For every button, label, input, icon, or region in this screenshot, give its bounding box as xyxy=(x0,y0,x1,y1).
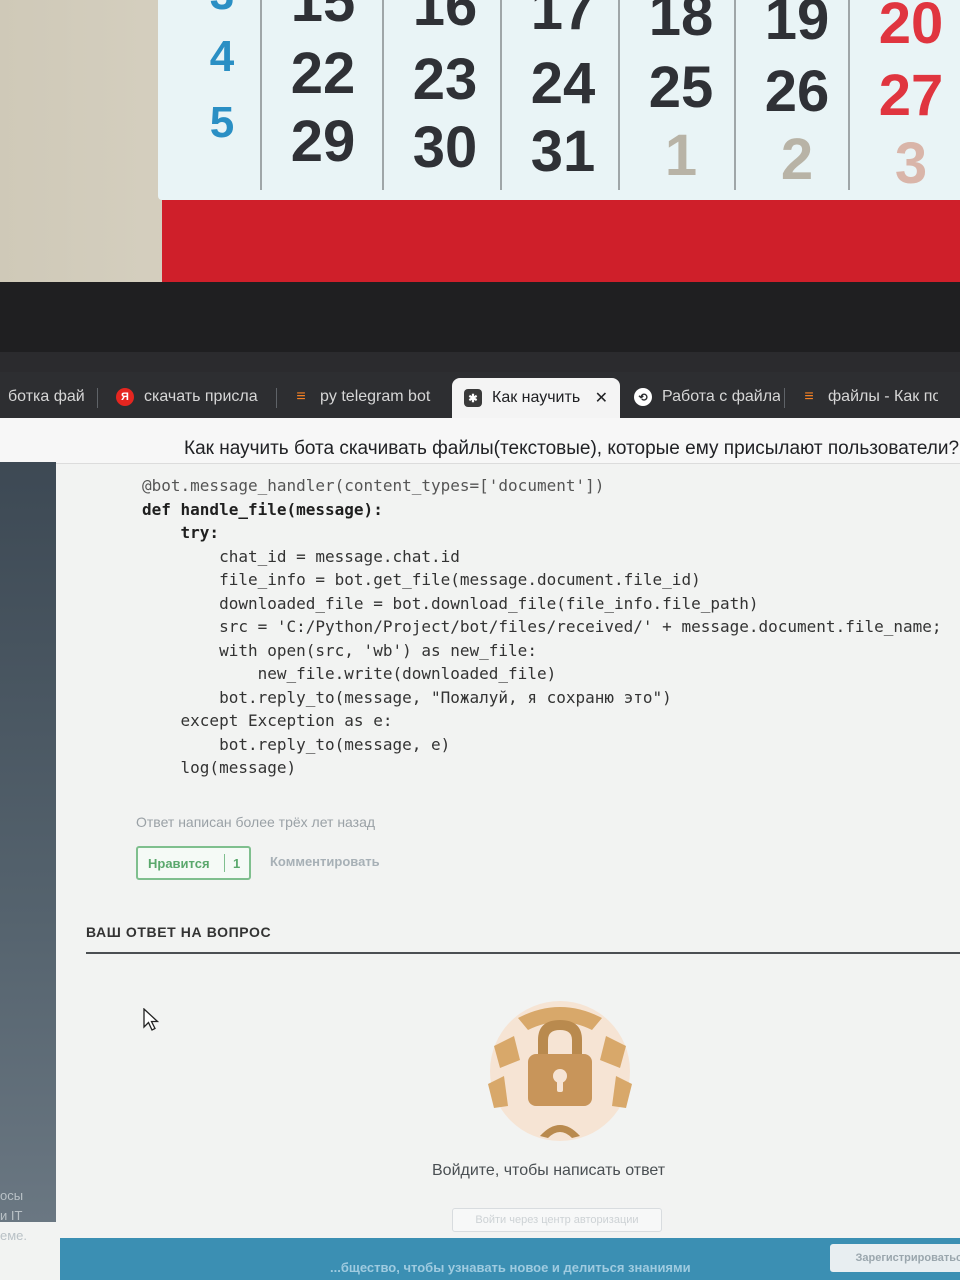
sidebar-text-fragment: еме. xyxy=(0,1228,28,1243)
code-line: except Exception as e: xyxy=(142,711,393,730)
like-label: Нравится xyxy=(148,855,210,871)
tab-qna-active[interactable]: ✱ Как научить б ✕ xyxy=(452,378,620,418)
stackoverflow-icon: ≡ xyxy=(296,388,306,405)
calendar-day-next-month: 3 xyxy=(894,131,928,196)
tab-label: py telegram bot xyxy=(320,388,431,405)
signup-banner: ...бщество, чтобы узнавать новое и делит… xyxy=(60,1238,960,1280)
tab-label: скачать присла xyxy=(144,388,258,405)
calendar-divider xyxy=(500,0,502,190)
stackoverflow-icon: ≡ xyxy=(804,388,814,405)
code-line: log(message) xyxy=(142,758,297,777)
calendar-day: 16 xyxy=(412,0,478,38)
code-line: chat_id = message.chat.id xyxy=(142,546,460,566)
banner-text: ...бщество, чтобы узнавать новое и делит… xyxy=(330,1260,691,1275)
tab-label: файлы - Как по xyxy=(828,388,938,405)
calendar-day: 17 xyxy=(530,0,596,42)
calendar-day-sunday: 20 xyxy=(878,0,944,56)
calendar-day: 19 xyxy=(764,0,830,52)
calendar-divider xyxy=(618,0,620,190)
code-line: src = 'C:/Python/Project/bot/files/recei… xyxy=(142,617,942,636)
calendar-divider xyxy=(382,0,384,190)
sidebar-text-fragment: осы xyxy=(0,1188,24,1203)
code-line: with open(src, 'wb') as new_file: xyxy=(142,640,537,660)
code-line: downloaded_file = bot.download_file(file… xyxy=(142,593,759,613)
tab-habr[interactable]: ⟲ Работа с файла xyxy=(622,380,780,414)
your-answer-heading: ВАШ ОТВЕТ НА ВОПРОС xyxy=(86,924,272,940)
calendar-day: 24 xyxy=(530,51,596,116)
comment-link[interactable]: Комментировать xyxy=(270,854,380,869)
calendar-day: 26 xyxy=(764,59,830,124)
calendar-week-number: 5 xyxy=(209,98,235,147)
page-content: Как научить бота скачивать файлы(текстов… xyxy=(0,418,960,1280)
tab-stackoverflow-files[interactable]: ≡ файлы - Как по xyxy=(788,380,938,414)
code-line: @bot.message_handler(content_types=['doc… xyxy=(142,476,605,495)
like-count: 1 xyxy=(233,855,241,871)
code-line: bot.reply_to(message, e) xyxy=(142,734,451,754)
question-title[interactable]: Как научить бота скачивать файлы(текстов… xyxy=(184,438,960,460)
calendar-day-sunday: 27 xyxy=(878,63,944,128)
calendar-day: 31 xyxy=(530,119,596,184)
tab-separator xyxy=(276,388,277,408)
code-line: file_info = bot.get_file(message.documen… xyxy=(142,570,701,589)
code-line: def handle_file(message): xyxy=(142,499,383,519)
calendar-day: 29 xyxy=(290,109,356,174)
tab-yandex-search[interactable]: Я скачать присла xyxy=(104,380,272,414)
tab-label: Как научить б xyxy=(492,389,583,406)
yandex-icon: Я xyxy=(116,388,134,406)
code-line: try: xyxy=(142,523,220,542)
calendar-week-number: 3 xyxy=(202,0,242,20)
tab-file-handling[interactable]: ботка фай xyxy=(0,380,94,414)
code-line: new_file.write(downloaded_file) xyxy=(142,664,557,683)
login-prompt: Войдите, чтобы написать ответ xyxy=(432,1162,666,1179)
tab-label: ботка фай xyxy=(8,388,85,405)
tab-label: Работа с файла xyxy=(662,388,780,405)
calendar-divider xyxy=(260,0,262,190)
question-header: Как научить бота скачивать файлы(текстов… xyxy=(0,418,960,464)
close-icon[interactable]: ✕ xyxy=(595,388,608,408)
left-sidebar: осы и IT еме. xyxy=(0,462,56,1243)
habr-icon: ⟲ xyxy=(634,388,652,406)
calendar-day: 22 xyxy=(290,41,356,106)
section-divider xyxy=(86,952,960,954)
calendar-day: 25 xyxy=(648,55,714,120)
calendar-day: 18 xyxy=(648,0,714,48)
monitor-bezel-edge xyxy=(0,352,960,374)
mouse-cursor-icon xyxy=(143,1008,160,1031)
register-button[interactable]: Зарегистрироваться xyxy=(830,1244,960,1272)
calendar-day: 15 xyxy=(290,0,356,34)
calendar-day: 30 xyxy=(412,115,478,180)
wall-calendar: 3 4 5 15 16 17 18 19 20 22 23 24 25 26 2… xyxy=(158,0,960,200)
tab-stackoverflow[interactable]: ≡ py telegram bot xyxy=(280,380,446,414)
sidebar-text-fragment: и IT xyxy=(0,1208,23,1223)
calendar-week-number: 4 xyxy=(209,32,235,81)
calendar-day-next-month: 1 xyxy=(664,123,698,188)
browser-tab-bar: ботка фай Я скачать присла ≡ py telegram… xyxy=(0,372,960,418)
tab-separator xyxy=(784,388,785,408)
tab-separator xyxy=(97,388,98,408)
answer-timestamp: Ответ написан более трёх лет назад xyxy=(136,814,376,830)
login-button[interactable]: Войти через центр авторизации xyxy=(452,1208,662,1232)
code-line: bot.reply_to(message, "Пожалуй, я сохран… xyxy=(142,687,672,707)
calendar-day: 23 xyxy=(412,47,478,112)
calendar-day-next-month: 2 xyxy=(780,127,814,192)
like-button[interactable]: Нравится 1 xyxy=(136,846,251,880)
locked-illustration-icon xyxy=(488,1001,632,1141)
qna-icon: ✱ xyxy=(464,389,482,407)
code-block: @bot.message_handler(content_types=['doc… xyxy=(142,474,942,780)
